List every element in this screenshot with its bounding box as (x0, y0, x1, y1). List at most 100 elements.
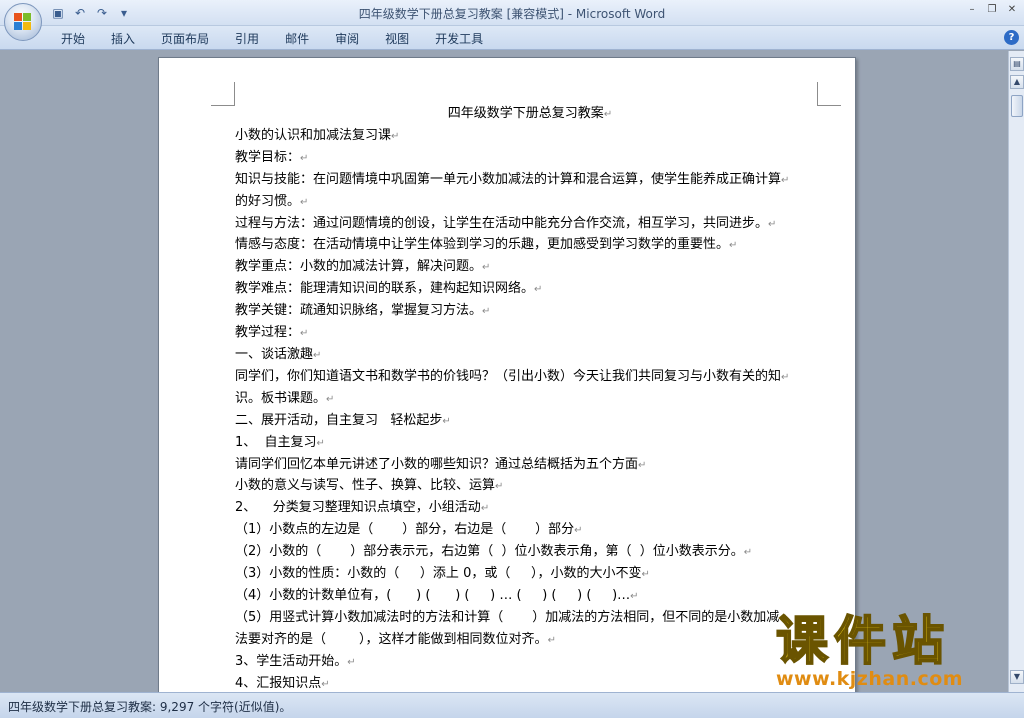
paragraph-mark-icon: ↵ (603, 109, 613, 120)
paragraph-mark-icon: ↵ (316, 437, 325, 449)
line-text: （5）用竖式计算小数加减法时的方法和计算（ ）加减法的方法相同，但不同的是小数加… (235, 609, 780, 625)
margin-corner-top-right (817, 82, 841, 106)
status-word-count[interactable]: 四年级数学下册总复习教案: 9,297 个字符(近似值)。 (8, 698, 291, 715)
tab-developer[interactable]: 开发工具 (422, 30, 496, 48)
line-text: 情感与态度：在活动情境中让学生体验到学习的乐趣，更加感受到学习数学的重要性。 (235, 237, 730, 253)
document-line: 二、展开活动，自主复习 轻松起步↵ (235, 411, 825, 433)
line-text: （4）小数的计数单位有，( ) ( ) ( ) … ( ) ( ) ( )… (235, 587, 631, 603)
paragraph-mark-icon: ↵ (442, 415, 451, 427)
document-line: 教学关键：疏通知识脉络，掌握复习方法。↵ (235, 301, 825, 323)
document-line: 知识与技能：在问题情境中巩固第一单元小数加减法的计算和混合运算，使学生能养成正确… (235, 170, 825, 192)
document-line: 的好习惯。↵ (235, 192, 825, 214)
line-text: 4、汇报知识点 (235, 675, 322, 691)
tab-home[interactable]: 开始 (48, 30, 98, 48)
line-text: 教学过程： (235, 325, 301, 341)
line-text: 教学目标： (235, 149, 301, 165)
line-text: 请同学们回忆本单元讲述了小数的哪些知识？通过总结概括为五个方面 (235, 456, 639, 472)
line-text: 知识与技能：在问题情境中巩固第一单元小数加减法的计算和混合运算，使学生能养成正确… (235, 171, 782, 187)
paragraph-mark-icon: ↵ (641, 569, 650, 581)
paragraph-mark-icon: ↵ (534, 284, 543, 296)
margin-corner-top-left (211, 82, 235, 106)
help-icon[interactable]: ? (1004, 30, 1019, 45)
document-line: 情感与态度：在活动情境中让学生体验到学习的乐趣，更加感受到学习数学的重要性。↵ (235, 235, 825, 257)
paragraph-mark-icon: ↵ (547, 634, 556, 646)
paragraph-mark-icon: ↵ (781, 371, 790, 383)
tab-references[interactable]: 引用 (222, 30, 272, 48)
paragraph-mark-icon: ↵ (482, 262, 491, 274)
paragraph-mark-icon: ↵ (574, 525, 583, 537)
tab-view[interactable]: 视图 (372, 30, 422, 48)
document-line: 4、汇报知识点↵ (235, 674, 825, 692)
paragraph-mark-icon: ↵ (321, 678, 330, 690)
tab-insert[interactable]: 插入 (98, 30, 148, 48)
document-line: 小数的意义与读写、性子、换算、比较、运算↵ (235, 476, 825, 498)
line-text: 教学难点：能理清知识间的联系，建构起知识网络。 (235, 281, 535, 297)
title-bar: ▣ ↶ ↷ ▾ 四年级数学下册总复习教案 [兼容模式] - Microsoft … (0, 0, 1024, 26)
paragraph-mark-icon: ↵ (300, 152, 309, 164)
line-text: 3、学生活动开始。 (235, 653, 348, 669)
line-text: 同学们，你们知道语文书和数学书的价钱吗？（引出小数）今天让我们共同复习与小数有关… (235, 368, 782, 384)
paragraph-mark-icon: ↵ (326, 393, 335, 405)
office-button[interactable] (4, 3, 42, 41)
line-text: 小数的意义与读写、性子、换算、比较、运算 (235, 478, 496, 494)
paragraph-mark-icon: ↵ (638, 459, 647, 471)
paragraph-mark-icon: ↵ (729, 240, 738, 252)
ribbon-tabs: 开始 插入 页面布局 引用 邮件 审阅 视图 开发工具 (48, 30, 496, 48)
minimize-icon[interactable]: – (964, 3, 980, 17)
document-line: 2、 分类复习整理知识点填空，小组活动↵ (235, 498, 825, 520)
vertical-scrollbar[interactable]: ▤ ▲ ▼ (1008, 51, 1024, 692)
paragraph-mark-icon: ↵ (630, 590, 639, 602)
paragraph-mark-icon: ↵ (480, 503, 490, 515)
window-controls: – ❐ ✕ (964, 3, 1020, 17)
scroll-thumb[interactable] (1011, 95, 1023, 117)
tab-page-layout[interactable]: 页面布局 (148, 30, 222, 48)
paragraph-mark-icon: ↵ (482, 306, 491, 318)
document-line: 法要对齐的是（ ），这样才能做到相同数位对齐。↵ (235, 630, 825, 652)
line-text: 识。板书课题。 (235, 390, 327, 406)
document-page[interactable]: 四年级数学下册总复习教案↵ 小数的认识和加减法复习课↵ 教学目标：↵ 知识与技能：在问… (158, 57, 856, 692)
paragraph-mark-icon: ↵ (300, 196, 309, 208)
line-text: （3）小数的性质：小数的（ ）添上 0，或（ ），小数的大小不变 (235, 566, 642, 582)
line-text: 1、 自主复习 (235, 434, 317, 450)
line-text: 的好习惯。 (235, 193, 301, 209)
document-line: 教学过程：↵ (235, 323, 825, 345)
paragraph-mark-icon: ↵ (781, 174, 790, 186)
office-logo-icon (14, 13, 32, 31)
scroll-up-icon[interactable]: ▲ (1010, 75, 1024, 89)
document-line: 1、 自主复习↵ (235, 433, 825, 455)
document-line: 请同学们回忆本单元讲述了小数的哪些知识？通过总结概括为五个方面↵ (235, 455, 825, 477)
watermark: 课件站 www.kjzhan.com (770, 611, 1020, 692)
document-line: 过程与方法：通过问题情境的创设，让学生在活动中能充分合作交流，相互学习，共同进步… (235, 214, 825, 236)
document-title: 四年级数学下册总复习教案↵ (235, 104, 825, 126)
tab-mailings[interactable]: 邮件 (272, 30, 322, 48)
line-text: 教学重点：小数的加减法计算，解决问题。 (235, 259, 483, 275)
line-text: 法要对齐的是（ ），这样才能做到相同数位对齐。 (235, 631, 548, 647)
paragraph-mark-icon: ↵ (495, 481, 504, 493)
paragraph-mark-icon: ↵ (768, 218, 777, 230)
line-text: 一、谈话激趣 (235, 346, 314, 362)
line-text: 过程与方法：通过问题情境的创设，让学生在活动中能充分合作交流，相互学习，共同进步… (235, 215, 769, 231)
tab-review[interactable]: 审阅 (322, 30, 372, 48)
document-line: （1）小数点的左边是（ ）部分，右边是（ ）部分↵ (235, 520, 825, 542)
line-text: 二、展开活动，自主复习 轻松起步 (235, 412, 443, 428)
close-icon[interactable]: ✕ (1004, 3, 1020, 17)
line-text: 教学关键：疏通知识脉络，掌握复习方法。 (235, 303, 483, 319)
paragraph-mark-icon: ↵ (313, 349, 322, 361)
line-text: 小数的认识和加减法复习课 (235, 127, 392, 143)
restore-icon[interactable]: ❐ (984, 3, 1000, 17)
document-line: 教学目标：↵ (235, 148, 825, 170)
document-line: 同学们，你们知道语文书和数学书的价钱吗？（引出小数）今天让我们共同复习与小数有关… (235, 367, 825, 389)
document-line: （4）小数的计数单位有，( ) ( ) ( ) … ( ) ( ) ( )…↵ (235, 586, 825, 608)
document-body[interactable]: 四年级数学下册总复习教案↵ 小数的认识和加减法复习课↵ 教学目标：↵ 知识与技能：在问… (235, 104, 825, 692)
document-line: 一、谈话激趣↵ (235, 345, 825, 367)
document-line: （5）用竖式计算小数加减法时的方法和计算（ ）加减法的方法相同，但不同的是小数加… (235, 608, 825, 630)
paragraph-mark-icon: ↵ (300, 328, 309, 340)
window-title: 四年级数学下册总复习教案 [兼容模式] - Microsoft Word (358, 7, 666, 21)
line-text: （1）小数点的左边是（ ）部分，右边是（ ）部分 (235, 522, 575, 538)
paragraph-mark-icon: ↵ (743, 547, 753, 559)
paragraph-mark-icon: ↵ (391, 130, 400, 142)
document-line: 教学重点：小数的加减法计算，解决问题。↵ (235, 257, 825, 279)
line-text: 四年级数学下册总复习教案 (447, 106, 604, 121)
document-workspace: 四年级数学下册总复习教案↵ 小数的认识和加减法复习课↵ 教学目标：↵ 知识与技能：在问… (0, 51, 1008, 692)
ruler-toggle-icon[interactable]: ▤ (1010, 57, 1024, 71)
